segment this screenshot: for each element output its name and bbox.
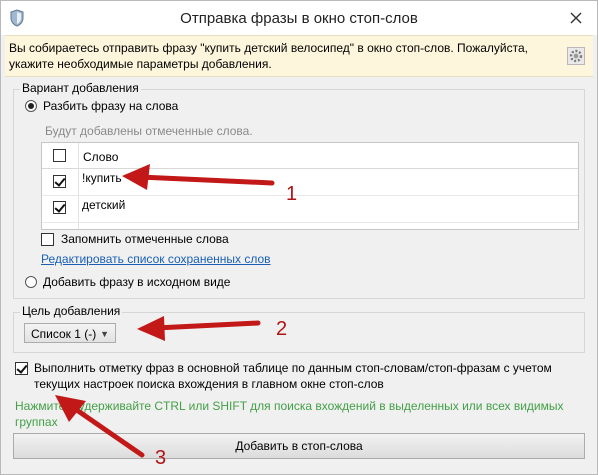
mark-phrases-checkbox[interactable] <box>15 362 28 375</box>
variant-group-title: Вариант добавления <box>20 81 141 95</box>
word-label: детский <box>82 198 126 212</box>
select-all-checkbox[interactable] <box>53 149 66 162</box>
original-phrase-radio[interactable] <box>25 276 37 288</box>
word-checkbox[interactable] <box>53 175 66 188</box>
target-list-dropdown[interactable]: Список 1 (-) ▼ <box>24 323 116 343</box>
word-checkbox[interactable] <box>53 201 66 214</box>
split-words-radio[interactable] <box>25 100 37 112</box>
split-words-label[interactable]: Разбить фразу на слова <box>43 99 178 113</box>
modifier-key-hint: Нажмите и удерживайте CTRL или SHIFT для… <box>15 399 564 429</box>
list-header <box>42 143 578 169</box>
remember-checkbox[interactable] <box>41 233 54 246</box>
word-label: !купить <box>82 171 122 185</box>
annotation-number-2: 2 <box>276 318 288 340</box>
original-phrase-label[interactable]: Добавить фразу в исходном виде <box>43 275 230 289</box>
chevron-down-icon: ▼ <box>100 329 109 339</box>
remember-label[interactable]: Запомнить отмеченные слова <box>61 232 229 246</box>
row-divider <box>42 222 578 223</box>
dialog-window: Отправка фразы в окно стоп-слов Вы собир… <box>0 0 598 475</box>
annotation-number-3: 3 <box>155 447 167 469</box>
target-group-title: Цель добавления <box>20 304 123 318</box>
column-header-word: Слово <box>83 150 119 164</box>
title-bar: Отправка фразы в окно стоп-слов <box>1 1 597 35</box>
column-divider <box>78 143 79 229</box>
close-icon[interactable] <box>565 7 587 29</box>
info-banner: Вы собираетесь отправить фразу "купить д… <box>5 35 593 77</box>
info-text: Вы собираетесь отправить фразу "купить д… <box>9 41 528 71</box>
gear-icon[interactable] <box>567 47 585 65</box>
target-list-value: Список 1 (-) <box>31 327 97 341</box>
add-to-stopwords-button[interactable]: Добавить в стоп-слова <box>13 433 585 459</box>
edit-saved-words-link[interactable]: Редактировать список сохраненных слов <box>41 252 271 266</box>
mark-phrases-label[interactable]: Выполнить отметку фраз в основной таблиц… <box>34 360 574 392</box>
words-list: Слово !купить детский <box>41 142 579 230</box>
row-divider <box>42 195 578 196</box>
window-title: Отправка фразы в окно стоп-слов <box>180 10 418 27</box>
annotation-number-1: 1 <box>286 183 298 205</box>
split-hint: Будут добавлены отмеченные слова. <box>45 124 253 138</box>
